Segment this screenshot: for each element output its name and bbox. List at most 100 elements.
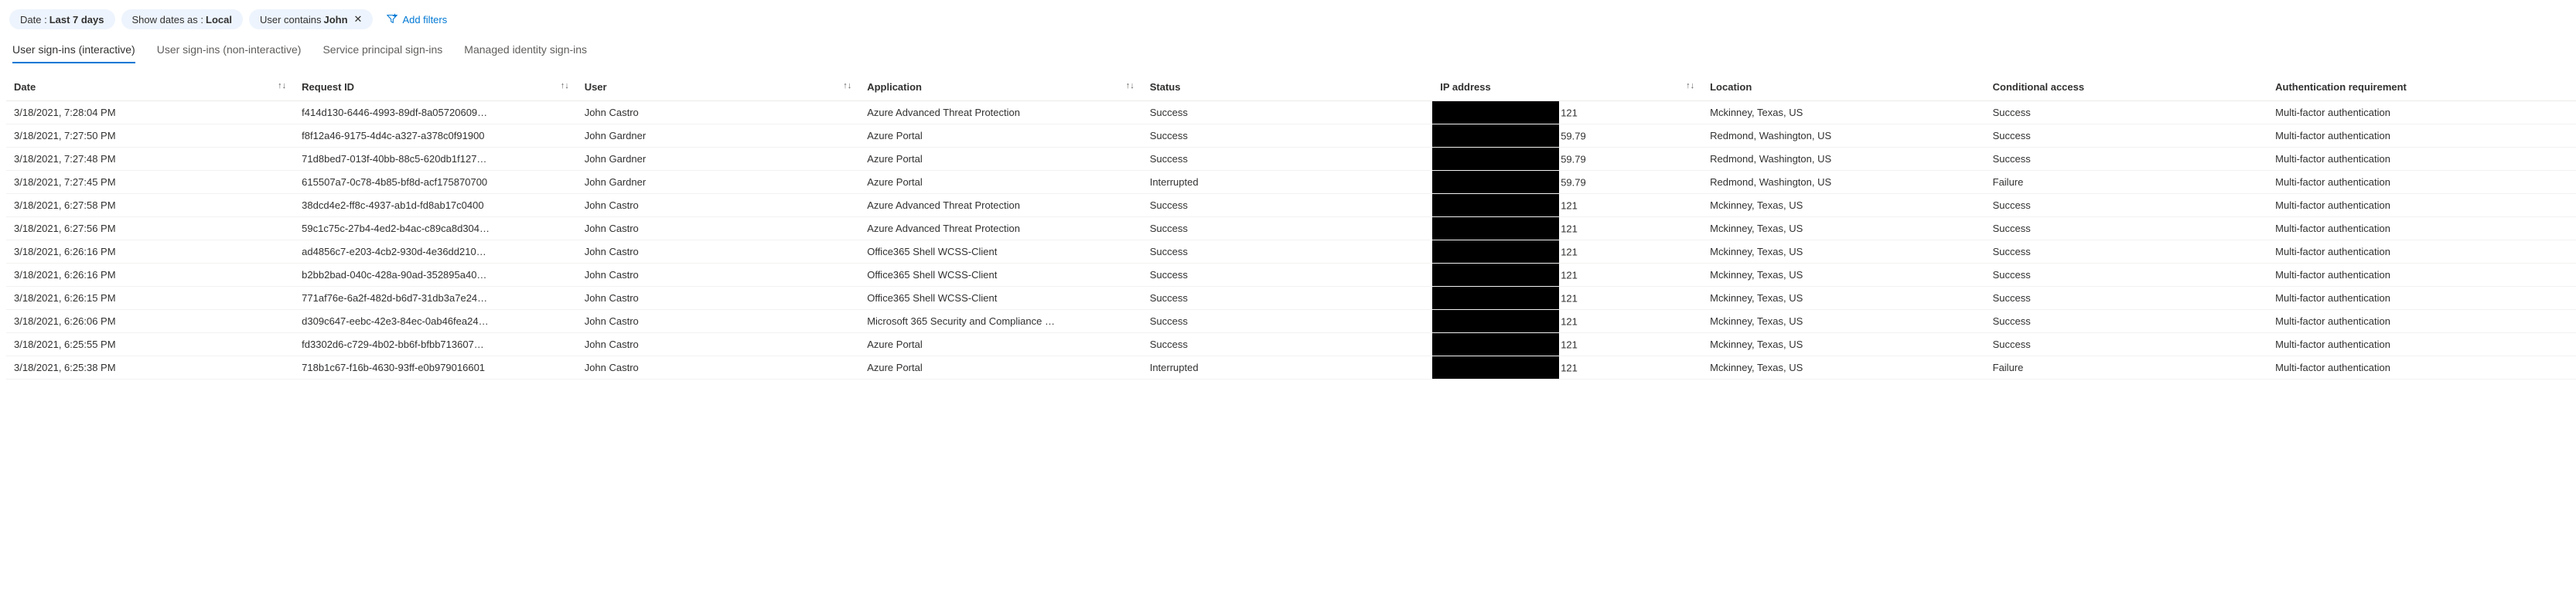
redaction-block [1432,240,1559,263]
col-header-cond-label: Conditional access [1993,81,2084,93]
cell-date: 3/18/2021, 6:27:58 PM [6,194,294,217]
filter-pill-date[interactable]: Date : Last 7 days [9,9,115,29]
cell-location: Mckinney, Texas, US [1702,240,1985,264]
cell-date: 3/18/2021, 6:26:16 PM [6,264,294,287]
ip-suffix: 121 [1559,315,1578,327]
ip-suffix: 121 [1559,362,1578,373]
table-row[interactable]: 3/18/2021, 7:27:48 PM71d8bed7-013f-40bb-… [6,148,2576,171]
sort-icon[interactable]: ↑↓ [1126,81,1134,90]
cell-request-id: b2bb2bad-040c-428a-90ad-352895a40… [294,264,577,287]
filter-user-value: John [323,14,347,26]
filter-datesas-prefix: Show dates as : [132,14,204,26]
redaction-block [1432,148,1559,170]
cell-user: John Castro [577,310,860,333]
table-row[interactable]: 3/18/2021, 6:26:16 PMb2bb2bad-040c-428a-… [6,264,2576,287]
cell-date: 3/18/2021, 7:28:04 PM [6,101,294,124]
cell-ip-address: 59.79 [1432,171,1702,194]
cell-location: Mckinney, Texas, US [1702,356,1985,380]
cell-auth-requirement: Multi-factor authentication [2267,333,2576,356]
tab-service-principal-signins[interactable]: Service principal sign-ins [322,39,442,63]
cell-location: Mckinney, Texas, US [1702,333,1985,356]
col-header-user[interactable]: User ↑↓ [577,75,860,101]
filter-pill-user[interactable]: User contains John ✕ [249,9,373,29]
redaction-block [1432,287,1559,309]
cell-application: Office365 Shell WCSS-Client [859,264,1142,287]
add-filters-label: Add filters [402,14,447,26]
cell-request-id: 615507a7-0c78-4b85-bf8d-acf175870700 [294,171,577,194]
cell-status: Success [1142,101,1432,124]
tab-managed-identity-signins[interactable]: Managed identity sign-ins [464,39,587,63]
cell-application: Microsoft 365 Security and Compliance … [859,310,1142,333]
cell-ip-address: 121 [1432,356,1702,380]
cell-request-id: 38dcd4e2-ff8c-4937-ab1d-fd8ab17c0400 [294,194,577,217]
table-row[interactable]: 3/18/2021, 7:27:50 PMf8f12a46-9175-4d4c-… [6,124,2576,148]
col-header-status-label: Status [1150,81,1181,93]
cell-conditional-access: Success [1985,310,2268,333]
ip-suffix: 121 [1559,269,1578,281]
sort-icon[interactable]: ↑↓ [561,81,569,90]
table-row[interactable]: 3/18/2021, 7:28:04 PMf414d130-6446-4993-… [6,101,2576,124]
cell-user: John Gardner [577,148,860,171]
cell-application: Office365 Shell WCSS-Client [859,240,1142,264]
cell-conditional-access: Success [1985,333,2268,356]
col-header-status[interactable]: Status [1142,75,1432,101]
cell-location: Redmond, Washington, US [1702,124,1985,148]
filter-date-prefix: Date : [20,14,47,26]
redaction-block [1432,333,1559,356]
cell-ip-address: 121 [1432,194,1702,217]
filter-pill-dates-as[interactable]: Show dates as : Local [121,9,243,29]
cell-location: Mckinney, Texas, US [1702,217,1985,240]
col-header-location[interactable]: Location [1702,75,1985,101]
table-row[interactable]: 3/18/2021, 6:25:55 PMfd3302d6-c729-4b02-… [6,333,2576,356]
table-row[interactable]: 3/18/2021, 6:25:38 PM718b1c67-f16b-4630-… [6,356,2576,380]
col-header-ip[interactable]: IP address ↑↓ [1432,75,1702,101]
add-filters-button[interactable]: Add filters [379,10,455,29]
table-row[interactable]: 3/18/2021, 6:27:56 PM59c1c75c-27b4-4ed2-… [6,217,2576,240]
sort-icon[interactable]: ↑↓ [843,81,851,90]
ip-suffix: 121 [1559,107,1578,118]
col-header-date[interactable]: Date ↑↓ [6,75,294,101]
cell-conditional-access: Success [1985,240,2268,264]
table-row[interactable]: 3/18/2021, 6:26:06 PMd309c647-eebc-42e3-… [6,310,2576,333]
cell-date: 3/18/2021, 6:26:06 PM [6,310,294,333]
cell-request-id: 771af76e-6a2f-482d-b6d7-31db3a7e24… [294,287,577,310]
table-row[interactable]: 3/18/2021, 6:26:16 PMad4856c7-e203-4cb2-… [6,240,2576,264]
table-row[interactable]: 3/18/2021, 6:27:58 PM38dcd4e2-ff8c-4937-… [6,194,2576,217]
tab-user-signins-noninteractive[interactable]: User sign-ins (non-interactive) [157,39,302,63]
sort-icon[interactable]: ↑↓ [1686,81,1694,90]
cell-conditional-access: Success [1985,264,2268,287]
cell-auth-requirement: Multi-factor authentication [2267,171,2576,194]
ip-suffix: 121 [1559,339,1578,350]
table-row[interactable]: 3/18/2021, 7:27:45 PM615507a7-0c78-4b85-… [6,171,2576,194]
col-header-request-label: Request ID [302,81,354,93]
cell-request-id: 59c1c75c-27b4-4ed2-b4ac-c89ca8d304… [294,217,577,240]
col-header-request-id[interactable]: Request ID ↑↓ [294,75,577,101]
cell-ip-address: 59.79 [1432,124,1702,148]
col-header-application[interactable]: Application ↑↓ [859,75,1142,101]
cell-conditional-access: Failure [1985,356,2268,380]
cell-ip-address: 121 [1432,333,1702,356]
cell-status: Success [1142,124,1432,148]
col-header-conditional-access[interactable]: Conditional access [1985,75,2268,101]
cell-status: Success [1142,287,1432,310]
cell-auth-requirement: Multi-factor authentication [2267,287,2576,310]
col-header-auth-requirement[interactable]: Authentication requirement [2267,75,2576,101]
col-header-ip-label: IP address [1440,81,1491,93]
cell-ip-address: 121 [1432,310,1702,333]
filter-date-value: Last 7 days [49,14,104,26]
cell-application: Azure Advanced Threat Protection [859,217,1142,240]
cell-location: Mckinney, Texas, US [1702,264,1985,287]
ip-suffix: 59.79 [1559,153,1586,165]
sort-icon[interactable]: ↑↓ [278,81,286,90]
cell-location: Mckinney, Texas, US [1702,194,1985,217]
cell-request-id: f8f12a46-9175-4d4c-a327-a378c0f91900 [294,124,577,148]
cell-date: 3/18/2021, 6:25:55 PM [6,333,294,356]
cell-date: 3/18/2021, 6:27:56 PM [6,217,294,240]
cell-date: 3/18/2021, 7:27:45 PM [6,171,294,194]
tab-user-signins-interactive[interactable]: User sign-ins (interactive) [12,39,135,63]
cell-status: Success [1142,310,1432,333]
cell-application: Azure Portal [859,124,1142,148]
col-header-date-label: Date [14,81,36,93]
table-row[interactable]: 3/18/2021, 6:26:15 PM771af76e-6a2f-482d-… [6,287,2576,310]
close-icon[interactable]: ✕ [354,13,363,26]
